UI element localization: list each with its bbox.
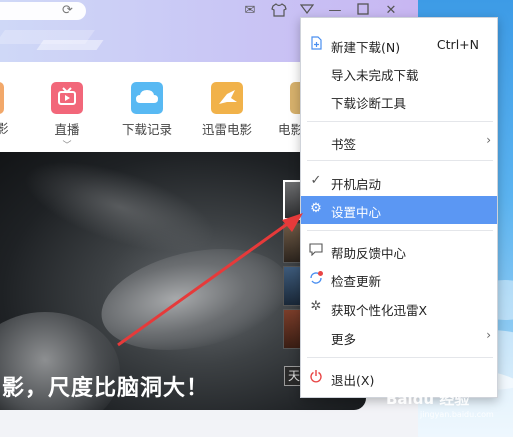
watermark-url: jingyan.baidu.com [420,410,494,419]
watermark: Baidu 经验 [386,390,470,408]
annotation-arrow [117,213,303,347]
